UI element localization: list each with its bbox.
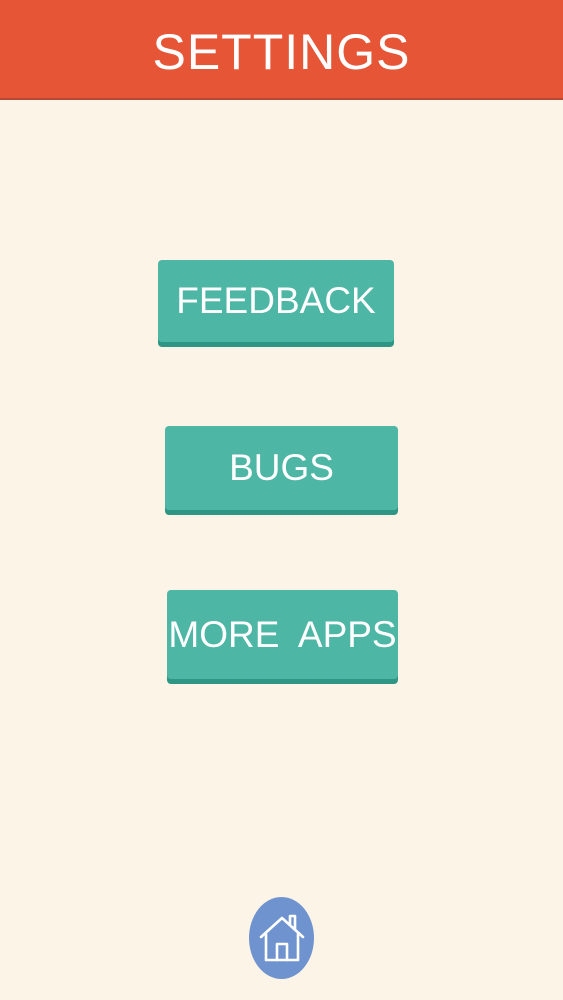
page-title: SETTINGS bbox=[152, 24, 411, 80]
bugs-button[interactable]: BUGS bbox=[165, 426, 398, 510]
home-button[interactable] bbox=[249, 897, 314, 979]
more-apps-button[interactable]: MORE APPS bbox=[167, 590, 398, 679]
header-bar: SETTINGS bbox=[0, 0, 563, 100]
feedback-button[interactable]: FEEDBACK bbox=[158, 260, 394, 342]
home-icon bbox=[259, 914, 304, 962]
